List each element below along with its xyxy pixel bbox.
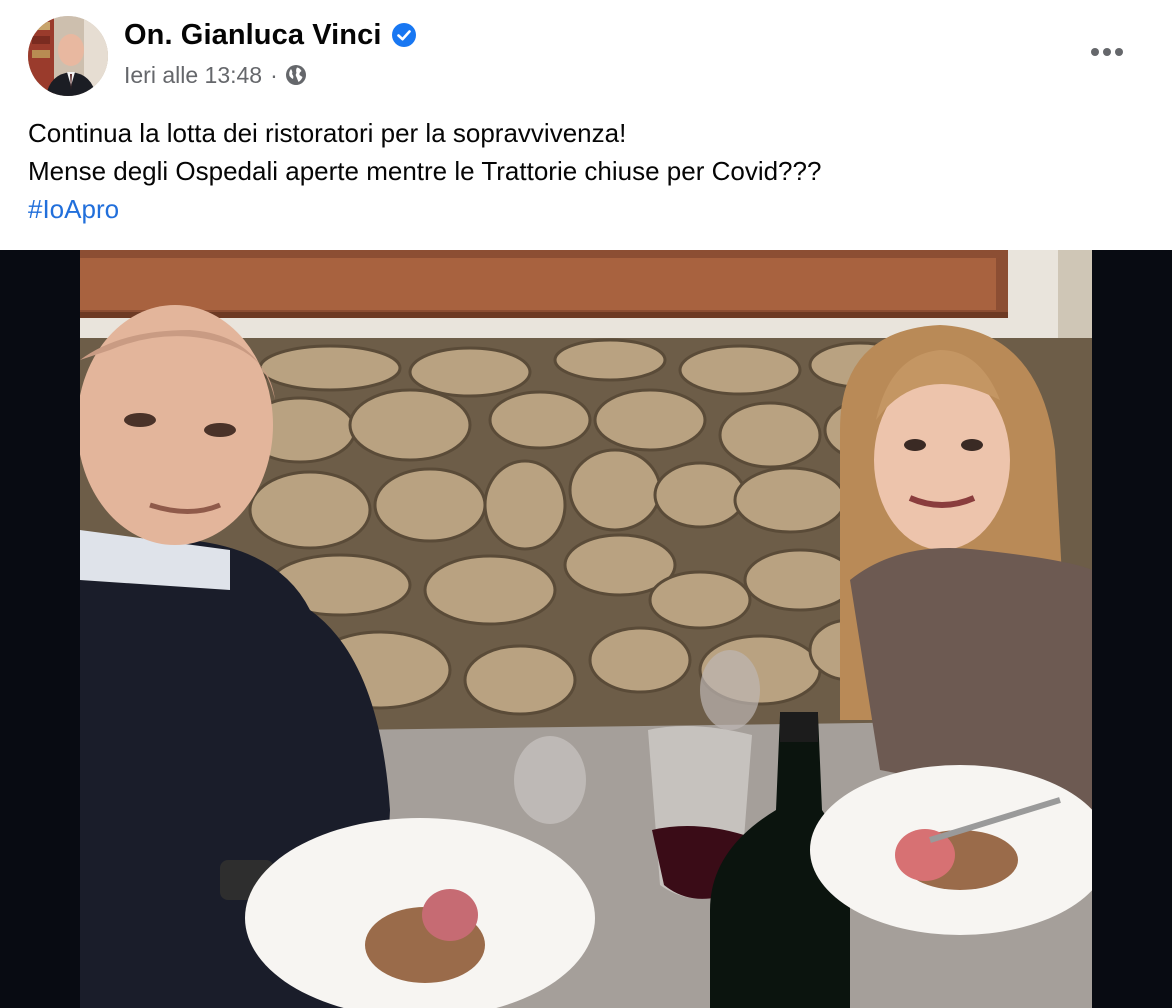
facebook-post: On. Gianluca Vinci Ieri alle 13:48 · Con…	[0, 0, 1172, 1008]
post-timestamp[interactable]: Ieri alle 13:48	[124, 62, 262, 89]
verified-badge-icon	[391, 23, 416, 47]
post-body-text: Continua la lotta dei ristoratori per la…	[28, 114, 1138, 228]
photo-container[interactable]	[0, 250, 1172, 1008]
post-meta: Ieri alle 13:48 ·	[124, 60, 308, 90]
more-options-icon	[1091, 48, 1123, 56]
post-photo[interactable]	[80, 250, 1092, 1008]
restaurant-photo-illustration	[80, 250, 1092, 1008]
author-avatar[interactable]	[28, 16, 108, 96]
author-name[interactable]: On. Gianluca Vinci	[124, 19, 382, 52]
post-text-line: Mense degli Ospedali aperte mentre le Tr…	[28, 156, 822, 186]
hashtag-link[interactable]: #IoApro	[28, 190, 1138, 228]
avatar-portrait	[28, 16, 108, 96]
post-header: On. Gianluca Vinci Ieri alle 13:48 ·	[0, 0, 1172, 110]
author-row: On. Gianluca Vinci	[124, 16, 416, 54]
globe-icon[interactable]	[284, 63, 308, 87]
meta-separator: ·	[270, 61, 278, 88]
more-options-button[interactable]	[1082, 32, 1132, 72]
post-text-line: Continua la lotta dei ristoratori per la…	[28, 118, 627, 148]
